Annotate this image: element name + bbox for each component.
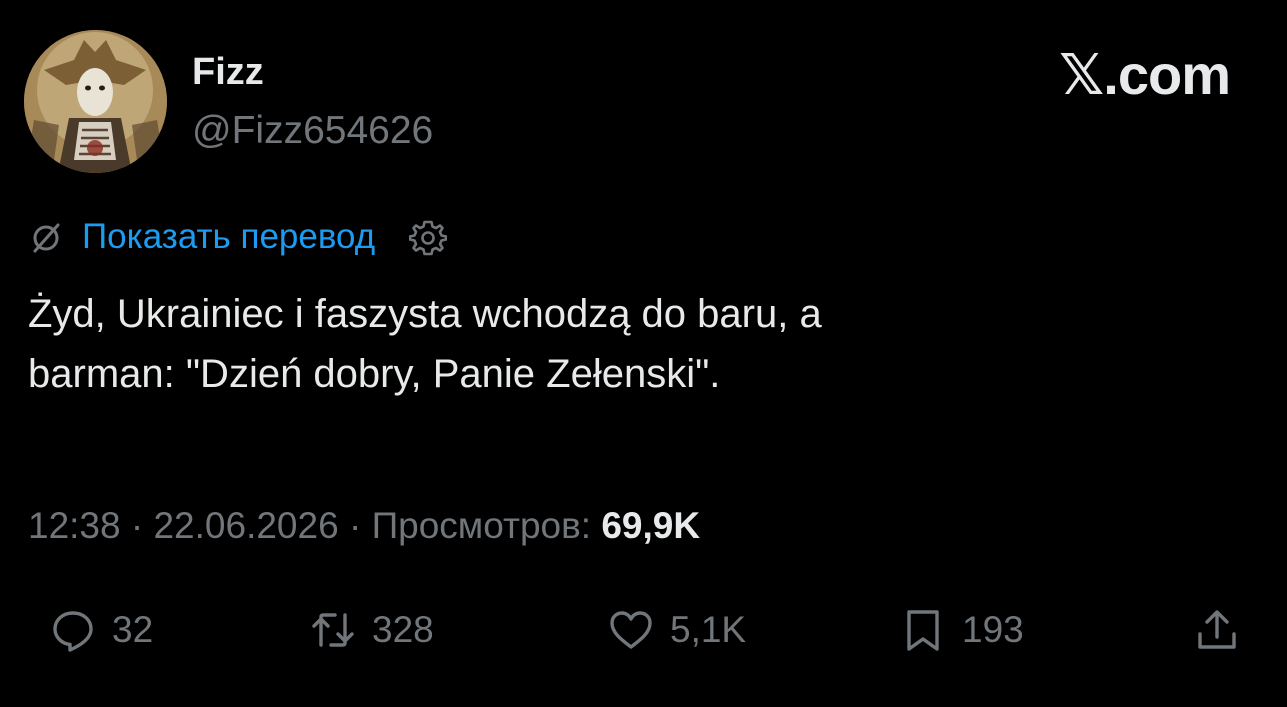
meta-separator: · xyxy=(120,505,154,546)
share-icon xyxy=(1198,610,1236,649)
tweet-text-line: barman: "Dzień dobry, Panie Zełenski". xyxy=(28,352,721,396)
tweet-time[interactable]: 12:38 xyxy=(28,505,121,546)
translate-row: Показать перевод xyxy=(28,214,448,260)
action-bar: 32 328 5,1K 193 xyxy=(0,602,1287,658)
reply-button[interactable]: 32 xyxy=(50,602,153,658)
bookmark-icon xyxy=(907,610,939,651)
bookmark-count: 193 xyxy=(962,609,1024,650)
gear-icon[interactable] xyxy=(408,218,448,256)
display-name[interactable]: Fizz xyxy=(192,50,264,94)
heart-icon xyxy=(610,611,652,649)
views-label: Просмотров: xyxy=(371,505,602,546)
views-count[interactable]: 69,9K xyxy=(601,505,700,546)
meta-separator: · xyxy=(338,505,372,546)
reply-icon xyxy=(53,611,93,652)
retweet-count: 328 xyxy=(372,609,434,650)
globe-slash-icon xyxy=(28,219,64,255)
tweet-text-line: Żyd, Ukrainiec i faszysta wchodzą do bar… xyxy=(28,292,822,336)
reply-count: 32 xyxy=(112,609,154,650)
like-count: 5,1K xyxy=(670,609,747,650)
show-translation-link[interactable]: Показать перевод xyxy=(82,215,375,259)
tweet-meta: 12:38 · 22.06.2026 · Просмотров: 69,9K xyxy=(28,503,700,549)
bookmark-button[interactable]: 193 xyxy=(900,602,1024,658)
tweet-card: Fizz @Fizz654626 𝕏.com Показать перевод … xyxy=(0,0,1287,707)
share-button[interactable] xyxy=(1194,602,1240,658)
user-handle[interactable]: @Fizz654626 xyxy=(192,108,433,154)
retweet-icon xyxy=(312,613,354,647)
like-button[interactable]: 5,1K xyxy=(608,602,746,658)
retweet-button[interactable]: 328 xyxy=(310,602,434,658)
tweet-text: Żyd, Ukrainiec i faszysta wchodzą do bar… xyxy=(28,284,1228,404)
avatar[interactable] xyxy=(24,30,167,173)
brand-logo: 𝕏.com xyxy=(1059,43,1231,106)
tweet-date[interactable]: 22.06.2026 xyxy=(153,505,338,546)
avatar-image xyxy=(24,30,167,173)
